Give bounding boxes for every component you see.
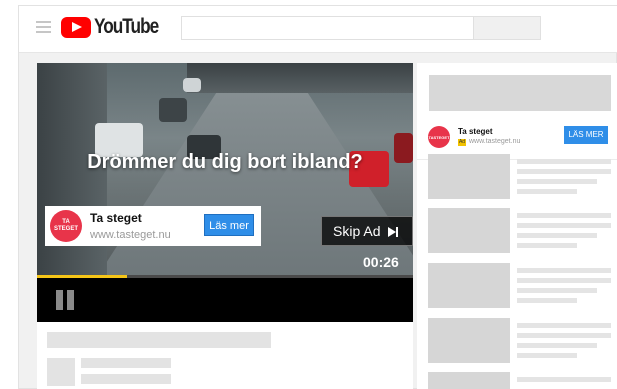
advertiser-url: www.tasteget.nu xyxy=(90,229,171,241)
text-placeholder xyxy=(517,333,611,338)
skip-ad-label: Skip Ad xyxy=(333,223,381,239)
progress-fill xyxy=(37,275,128,278)
ad-badge: Ad xyxy=(458,139,466,146)
title-placeholder xyxy=(47,332,271,348)
text-placeholder xyxy=(517,288,597,293)
text-placeholder xyxy=(517,159,611,164)
companion-advertiser-logo: TA STEGET xyxy=(428,126,450,148)
text-placeholder xyxy=(517,323,611,328)
pause-icon[interactable] xyxy=(56,290,76,310)
text-placeholder xyxy=(517,377,611,382)
overpass xyxy=(187,63,413,93)
text-placeholder xyxy=(517,213,611,218)
car xyxy=(159,98,187,122)
text-placeholder xyxy=(517,343,597,348)
text-placeholder xyxy=(517,179,597,184)
learn-more-button[interactable]: Läs mer xyxy=(204,214,254,236)
search-input[interactable] xyxy=(181,16,474,40)
avatar-placeholder xyxy=(47,358,75,386)
text-placeholder xyxy=(517,298,577,303)
video-info-placeholder xyxy=(37,322,413,389)
video-thumbnail[interactable] xyxy=(428,154,510,199)
skip-ad-button[interactable]: Skip Ad xyxy=(321,216,413,246)
sidebar: TA STEGET Ta steget Ad www.tasteget.nu L… xyxy=(417,63,617,389)
logo-text: YouTube xyxy=(94,15,159,38)
skip-next-bar xyxy=(396,227,399,238)
text-placeholder xyxy=(517,189,577,194)
video-thumbnail[interactable] xyxy=(428,263,510,308)
youtube-logo[interactable]: YouTube xyxy=(61,15,172,39)
companion-banner-placeholder[interactable] xyxy=(429,75,611,111)
text-placeholder xyxy=(517,278,611,283)
text-placeholder xyxy=(517,353,577,358)
text-placeholder xyxy=(517,223,611,228)
ad-countdown: 00:26 xyxy=(363,254,399,270)
channel-placeholder xyxy=(81,374,171,384)
companion-url: www.tasteget.nu xyxy=(469,138,521,145)
text-placeholder xyxy=(517,268,611,273)
advertiser-logo: TA STEGET xyxy=(50,210,82,242)
video-player[interactable]: Drömmer du dig bort ibland? TA STEGET Ta… xyxy=(37,63,413,322)
video-frame[interactable]: Drömmer du dig bort ibland? TA STEGET Ta… xyxy=(37,63,413,277)
text-placeholder xyxy=(517,243,577,248)
logo-line: STEGET xyxy=(53,226,78,232)
car xyxy=(183,78,201,92)
logo-line: TA xyxy=(62,219,70,225)
skip-next-icon xyxy=(388,227,397,238)
advertiser-name: Ta steget xyxy=(90,211,142,225)
logo-line: STEGET xyxy=(433,134,450,140)
text-placeholder xyxy=(517,169,611,174)
channel-placeholder xyxy=(81,358,171,368)
search-button[interactable] xyxy=(474,16,541,40)
youtube-play-icon xyxy=(61,16,91,38)
companion-title: Ta steget xyxy=(458,127,493,136)
ad-overlay-card[interactable]: TA STEGET Ta steget www.tasteget.nu Läs … xyxy=(45,206,261,246)
video-thumbnail[interactable] xyxy=(428,318,510,363)
video-thumbnail[interactable] xyxy=(428,208,510,253)
hamburger-menu-icon[interactable] xyxy=(36,21,51,33)
text-placeholder xyxy=(517,233,597,238)
companion-learn-more-button[interactable]: LÄS MER xyxy=(564,126,608,144)
ad-headline: Drömmer du dig bort ibland? xyxy=(87,151,363,173)
progress-bar[interactable] xyxy=(37,275,413,278)
top-bar: YouTube xyxy=(19,6,617,53)
video-thumbnail[interactable] xyxy=(428,372,510,389)
